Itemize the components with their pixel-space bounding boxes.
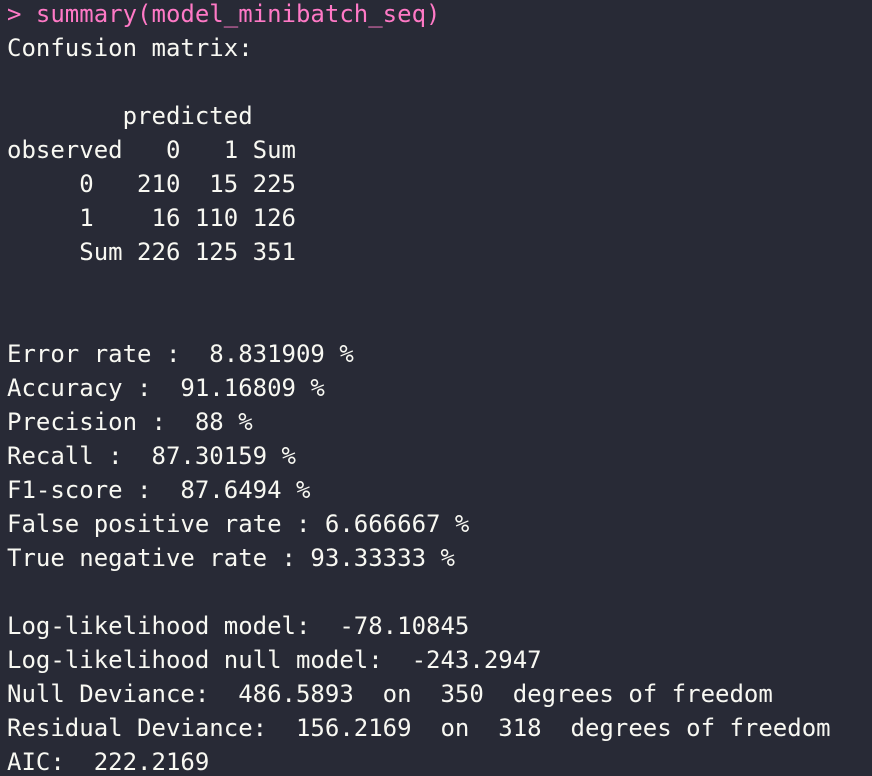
matrix-header-columns: observed 0 1 Sum <box>7 136 296 164</box>
metric-precision: Precision : 88 % <box>7 408 253 436</box>
stat-aic: AIC: 222.2169 <box>7 748 210 776</box>
stat-null-deviance: Null Deviance: 486.5893 on 350 degrees o… <box>7 680 773 708</box>
metric-true-negative-rate: True negative rate : 93.33333 % <box>7 544 455 572</box>
stat-log-likelihood-null: Log-likelihood null model: -243.2947 <box>7 646 542 674</box>
output-line-confusion-title: Confusion matrix: <box>7 34 253 62</box>
stat-residual-deviance: Residual Deviance: 156.2169 on 318 degre… <box>7 714 831 742</box>
output-line-blank <box>7 303 872 337</box>
terminal-output[interactable]: > summary(model_minibatch_seq) Confusion… <box>0 0 872 776</box>
matrix-header-predicted: predicted <box>7 102 253 130</box>
output-line-blank <box>7 269 872 303</box>
stat-log-likelihood-model: Log-likelihood model: -78.10845 <box>7 612 470 640</box>
matrix-row-1: 1 16 110 126 <box>7 204 296 232</box>
output-line-blank <box>7 65 872 99</box>
metric-accuracy: Accuracy : 91.16809 % <box>7 374 325 402</box>
metric-false-positive-rate: False positive rate : 6.666667 % <box>7 510 470 538</box>
metric-recall: Recall : 87.30159 % <box>7 442 296 470</box>
metric-error-rate: Error rate : 8.831909 % <box>7 340 354 368</box>
matrix-row-0: 0 210 15 225 <box>7 170 296 198</box>
output-line-blank <box>7 575 872 609</box>
command-line: > summary(model_minibatch_seq) <box>7 0 441 28</box>
metric-f1-score: F1-score : 87.6494 % <box>7 476 311 504</box>
matrix-row-sum: Sum 226 125 351 <box>7 238 296 266</box>
